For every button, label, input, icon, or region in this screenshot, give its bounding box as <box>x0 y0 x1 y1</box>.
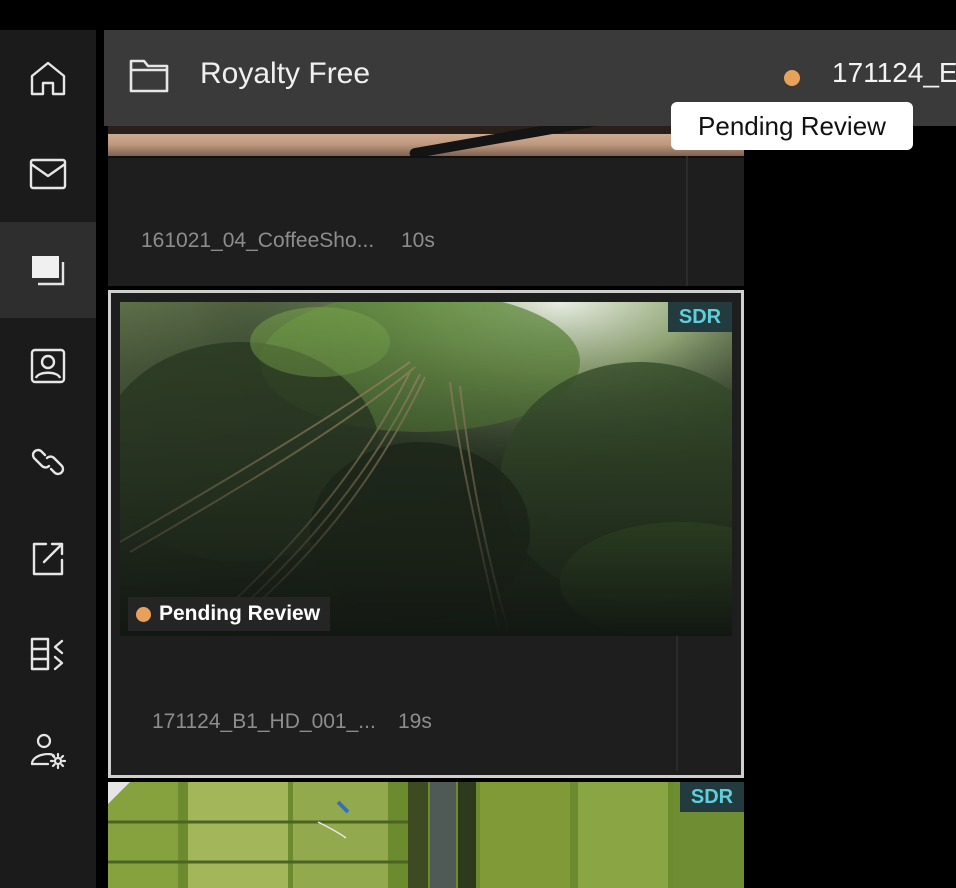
sidebar <box>0 30 96 888</box>
clip-card[interactable]: 161021_04_CoffeeSho... 10s <box>108 126 744 286</box>
clip-card-selected[interactable]: SDR Pending Review 171124_B1_HD_001_... … <box>108 290 744 778</box>
page-title: Royalty Free <box>200 57 371 90</box>
home-icon <box>30 61 66 96</box>
clip-duration: 19s <box>398 710 432 733</box>
status-badge[interactable]: Pending Review <box>128 597 331 631</box>
sidebar-item-media[interactable] <box>0 222 96 318</box>
media-stack-icon <box>32 256 65 286</box>
sidebar-item-links[interactable] <box>0 414 96 510</box>
link-icon <box>31 448 65 476</box>
sidebar-item-share[interactable] <box>0 510 96 606</box>
clip-name: 171124_B1_HD_001_... <box>152 710 376 733</box>
status-dot <box>136 606 151 622</box>
compare-icon <box>30 637 64 671</box>
clip-thumbnail[interactable]: SDR Pending Review <box>120 302 732 636</box>
sdr-badge: SDR <box>668 302 732 332</box>
clip-duration: 10s <box>401 229 435 252</box>
sidebar-item-inbox[interactable] <box>0 126 96 222</box>
envelope-icon <box>29 158 67 190</box>
sidebar-item-user-settings[interactable] <box>0 702 96 798</box>
clip-thumbnail[interactable] <box>108 782 744 888</box>
status-label: Pending Review <box>159 602 321 625</box>
clip-thumbnail[interactable] <box>108 126 744 160</box>
clip-card[interactable]: SDR <box>108 782 744 888</box>
clip-name: 161021_04_CoffeeSho... <box>141 229 375 252</box>
status-dot[interactable] <box>784 70 800 86</box>
header-clip-name: 171124_E <box>832 57 956 88</box>
folder-icon <box>129 59 169 93</box>
sdr-badge: SDR <box>680 782 744 812</box>
sidebar-item-compare[interactable] <box>0 606 96 702</box>
user-gear-icon <box>30 733 67 770</box>
person-frame-icon <box>30 348 66 384</box>
sidebar-item-home[interactable] <box>0 30 96 126</box>
corner-marker <box>108 782 130 804</box>
status-tooltip: Pending Review <box>671 102 913 150</box>
sidebar-item-presentation[interactable] <box>0 318 96 414</box>
share-icon <box>32 542 64 576</box>
